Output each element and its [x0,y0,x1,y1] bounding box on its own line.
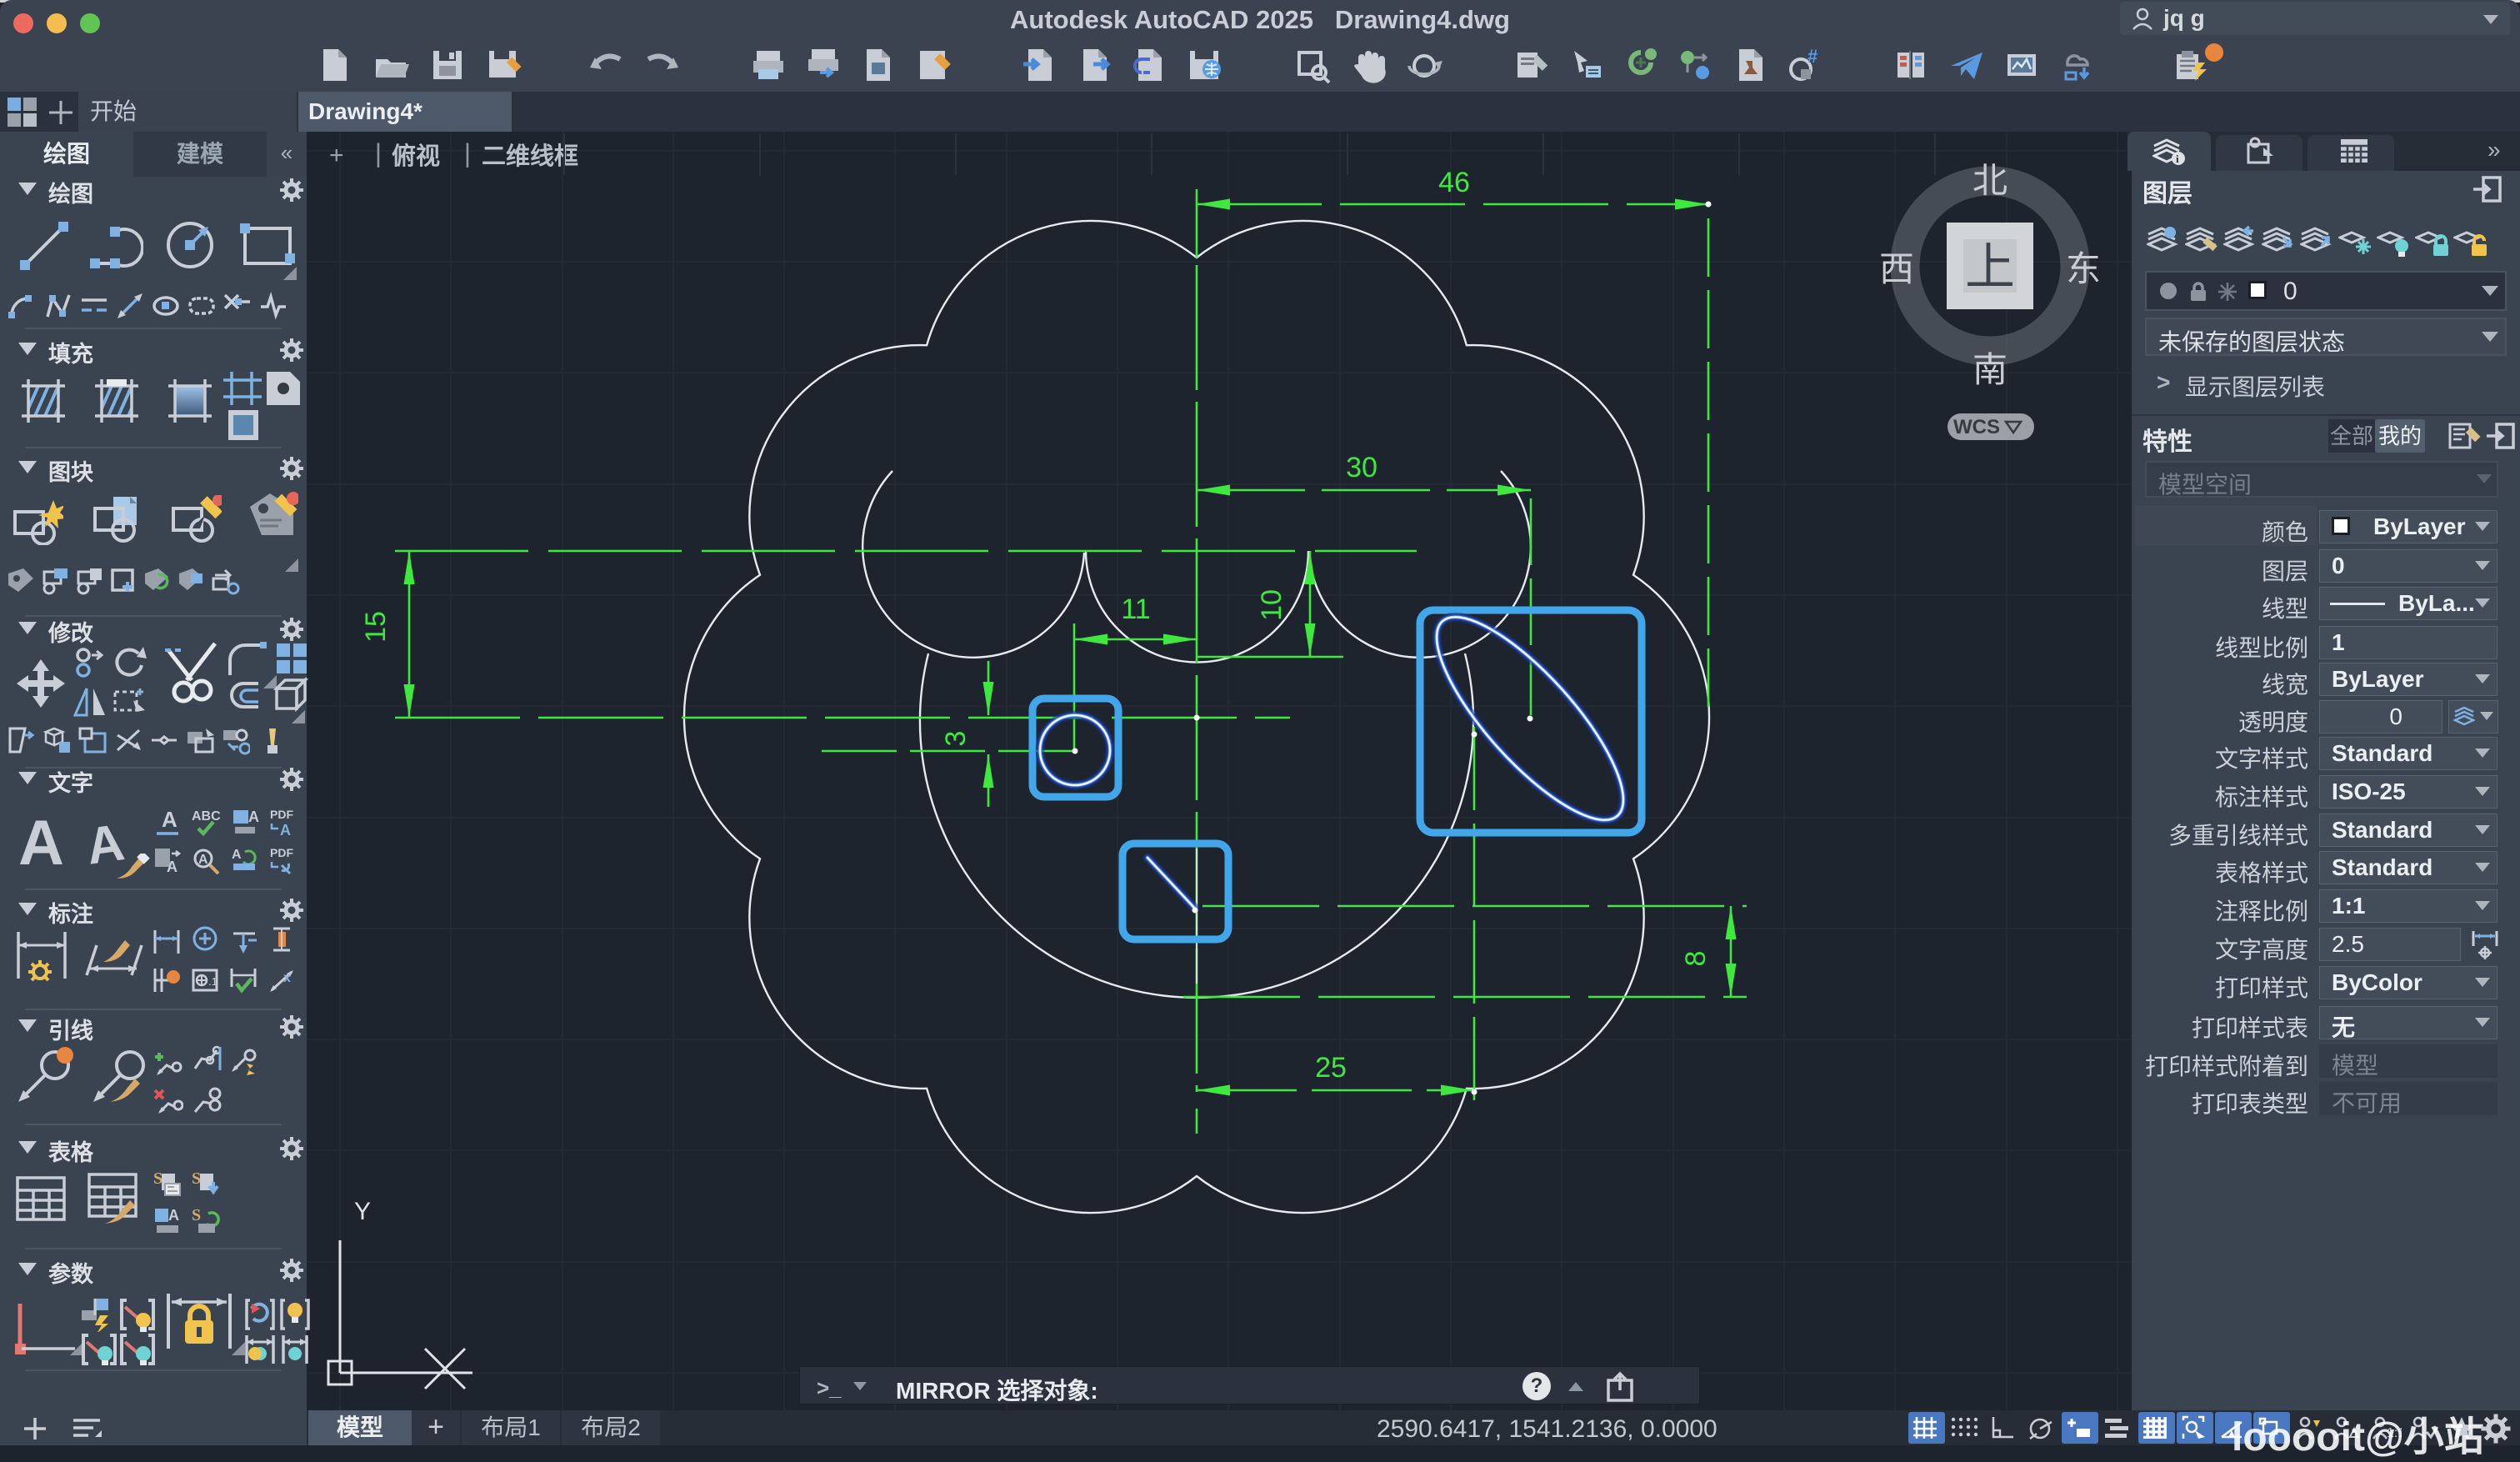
svg-text:8: 8 [1680,951,1712,967]
svg-text:Y: Y [354,1198,371,1225]
svg-text:25: 25 [1315,1052,1347,1084]
svg-text:11: 11 [1121,593,1150,625]
svg-text:东: 东 [2066,250,2101,289]
svg-text:+: + [329,142,344,169]
svg-text:S: S [153,1170,162,1188]
svg-text:x: x [283,971,291,985]
svg-text:S: S [192,1207,201,1224]
svg-text:北: 北 [1972,163,2008,201]
svg-text:30: 30 [1346,452,1378,483]
svg-text:A: A [248,809,259,825]
svg-text:西: 西 [1879,251,1914,289]
svg-text:A: A [162,809,178,832]
svg-text:WCS: WCS [1953,416,2000,438]
svg-text:.1: .1 [208,975,218,988]
svg-text:丨: 丨 [365,141,392,171]
svg-text:上: 上 [1965,240,2015,295]
svg-text:俯视: 俯视 [392,142,440,170]
svg-text:PDF: PDF [270,847,293,859]
svg-text:#: # [1808,48,1818,67]
svg-text:46: 46 [1438,167,1470,198]
svg-text:ABC: ABC [192,809,220,824]
svg-text:A: A [232,848,242,862]
svg-text:i: i [2176,153,2179,165]
svg-text:S: S [192,1170,201,1188]
svg-text:A: A [280,822,291,837]
svg-text:A: A [198,853,208,867]
svg-text:15: 15 [360,611,392,643]
svg-text:南: 南 [1972,352,2008,390]
svg-text:A: A [168,1207,179,1224]
svg-text:丨: 丨 [454,141,481,171]
svg-text:10: 10 [1256,589,1288,621]
svg-text:PDF: PDF [270,809,293,821]
svg-text:A: A [167,859,178,875]
svg-text:3: 3 [940,731,972,747]
